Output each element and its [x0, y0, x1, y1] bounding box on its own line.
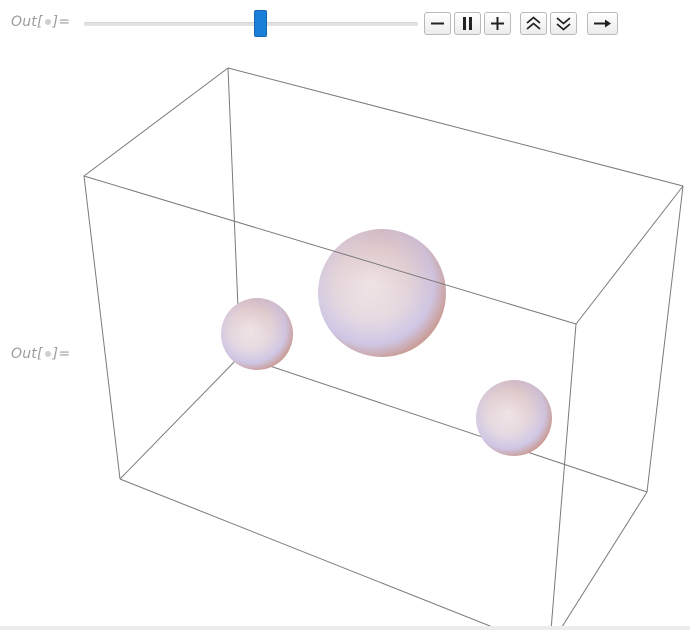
notebook-bottom-bar	[0, 626, 690, 630]
sphere-left	[221, 298, 293, 370]
sphere-center	[318, 229, 446, 357]
graphics3d-plot[interactable]	[0, 0, 690, 630]
sphere-right	[476, 380, 552, 456]
